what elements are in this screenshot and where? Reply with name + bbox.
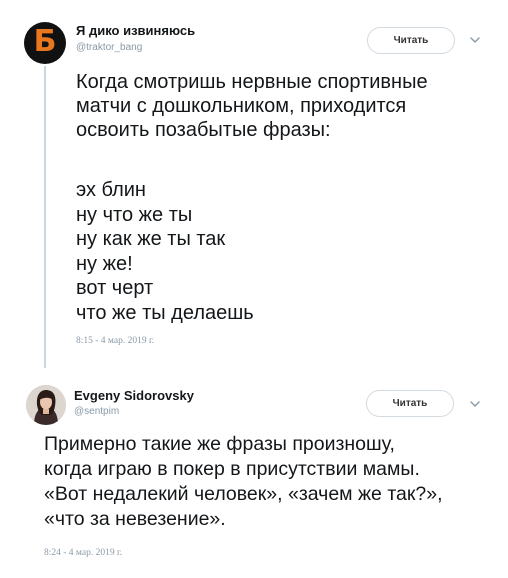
author-handle[interactable]: @sentpim: [74, 406, 119, 417]
tweet-text-line: освоить позабытые фразы:: [76, 119, 331, 141]
tweet-text-line: матчи с дошкольником, приходится: [76, 95, 407, 117]
avatar-logo-letter: Б: [33, 24, 57, 59]
tweet-text-line: когда играю в покер в присутствии мамы.: [44, 458, 420, 480]
tweet-text: Примерно такие же фразы произношу, когда…: [44, 432, 443, 532]
author-name[interactable]: Evgeny Sidorovsky: [74, 388, 194, 403]
chevron-down-icon[interactable]: [469, 398, 481, 410]
avatar[interactable]: Б: [24, 22, 66, 64]
tweet: Б Я дико извиняюсь @traktor_bang Читать …: [0, 0, 508, 370]
thread-connector-line: [44, 66, 46, 368]
tweet-text-line: ну же!: [76, 252, 133, 275]
tweet-text-line: ну как же ты так: [76, 228, 226, 250]
follow-button[interactable]: Читать: [366, 390, 454, 417]
author-name[interactable]: Я дико извиняюсь: [76, 23, 195, 38]
tweet-text-line: эх блин: [76, 179, 146, 201]
tweet: Evgeny Sidorovsky @sentpim Читать Пример…: [0, 370, 508, 578]
tweet-text-line: Примерно такие же фразы произношу,: [44, 433, 395, 455]
follow-button[interactable]: Читать: [367, 27, 455, 54]
timestamp[interactable]: 8:24 - 4 мар. 2019 г.: [44, 548, 122, 558]
tweet-text-line: ну что же ты: [76, 203, 193, 226]
avatar[interactable]: [26, 385, 66, 425]
author-handle[interactable]: @traktor_bang: [76, 42, 142, 53]
tweet-text-line: что же ты делаешь: [76, 301, 254, 324]
tweet-text-phrases: эх блин ну что же ты ну как же ты так ну…: [76, 178, 254, 325]
tweet-text-intro: Когда смотришь нервные спортивные матчи …: [76, 70, 428, 142]
tweet-text-line: «Вот недалекий человек», «зачем же так?»…: [44, 483, 443, 505]
tweet-text-line: вот черт: [76, 277, 154, 299]
tweet-text-line: Когда смотришь нервные спортивные: [76, 71, 428, 93]
chevron-down-icon[interactable]: [469, 34, 481, 46]
tweet-text-line: «что за невезение».: [44, 508, 226, 530]
avatar-photo: [26, 385, 66, 425]
timestamp[interactable]: 8:15 - 4 мар. 2019 г.: [76, 336, 154, 346]
